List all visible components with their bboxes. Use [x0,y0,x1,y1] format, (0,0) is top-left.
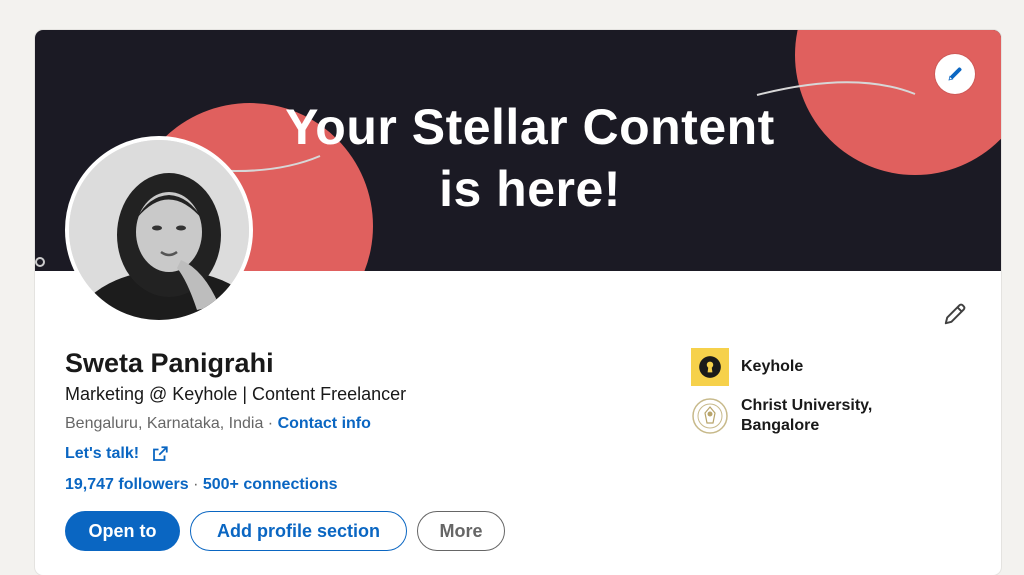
school-name-line1: Christ University, [741,397,873,414]
external-link-icon [153,446,168,461]
pencil-icon [948,67,962,81]
edit-banner-button[interactable] [935,54,975,94]
experience-education-summary: Keyhole Christ University, Bangalore [691,348,951,446]
education-item[interactable]: Christ University, Bangalore [691,396,951,436]
location-separator: · [263,415,278,432]
profile-headline: Marketing @ Keyhole | Content Freelancer [65,384,407,404]
avatar[interactable] [65,136,253,324]
keyhole-icon [699,356,721,378]
banner-headline-line2: is here! [439,161,621,217]
add-profile-section-button[interactable]: Add profile section [190,511,407,551]
profile-photo [69,140,249,320]
banner-dot [35,257,45,267]
connections-link[interactable]: 500+ connections [203,476,338,493]
school-name: Christ University, Bangalore [741,396,872,436]
profile-location: Bengaluru, Karnataka, India [65,415,264,432]
university-seal-icon [691,397,729,435]
edit-intro-button[interactable] [937,296,973,332]
banner-headline-line1: Your Stellar Content [285,99,775,155]
banner-headline: Your Stellar Content is here! [205,96,855,220]
open-to-button[interactable]: Open to [65,511,180,551]
location-row: Bengaluru, Karnataka, India · Contact in… [65,415,371,433]
network-stats: 19,747 followers · 500+ connections [65,476,338,494]
contact-info-link[interactable]: Contact info [278,415,371,432]
school-name-line2: Bangalore [741,417,820,434]
pencil-icon [944,303,966,325]
profile-card: Your Stellar Content is here! Sweta Pani… [35,30,1001,575]
website-label[interactable]: Let's talk! [65,445,139,463]
company-name: Keyhole [741,358,804,375]
more-button[interactable]: More [417,511,505,551]
profile-name: Sweta Panigrahi [65,348,274,378]
profile-actions: Open to Add profile section More [65,511,505,551]
keyhole-logo-icon [691,348,729,386]
followers-link[interactable]: 19,747 followers [65,476,189,493]
current-company-item[interactable]: Keyhole [691,348,951,386]
website-link[interactable]: Let's talk! [65,445,169,463]
seal-icon [692,398,728,434]
stats-separator: · [188,476,203,493]
